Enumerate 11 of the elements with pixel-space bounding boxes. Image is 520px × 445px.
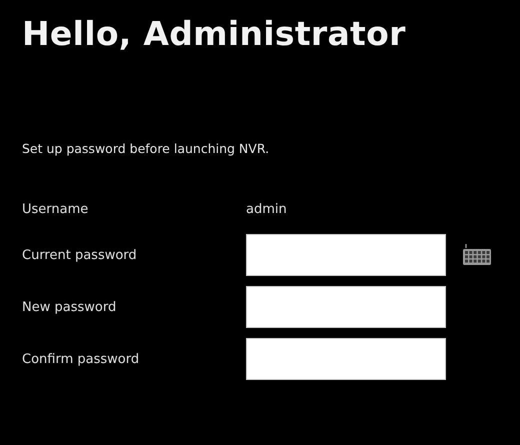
field-label: Username <box>22 202 90 216</box>
page-title: Hello, Administrator <box>22 14 407 53</box>
password-field[interactable] <box>246 338 446 380</box>
field-value: admin <box>246 202 288 216</box>
instruction-text: Set up password before launching NVR. <box>22 141 270 156</box>
password-field[interactable] <box>246 234 446 276</box>
keyboard-icon[interactable] <box>462 244 492 266</box>
password-field[interactable] <box>246 286 446 328</box>
field-label: Confirm password <box>22 352 140 366</box>
field-label: New password <box>22 300 118 314</box>
field-label: Current password <box>22 248 138 262</box>
